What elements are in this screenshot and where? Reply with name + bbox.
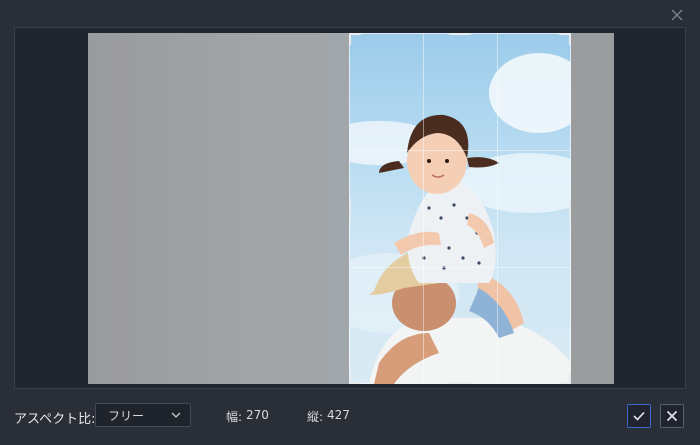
crop-handle-bottom-left[interactable]	[349, 372, 351, 384]
crop-handle-top-right[interactable]	[569, 33, 571, 45]
photo-image	[349, 53, 571, 384]
check-icon	[633, 411, 645, 421]
crop-grid-line	[349, 267, 571, 268]
aspect-ratio-value: フリー	[108, 408, 145, 423]
width-label: 幅:	[226, 410, 243, 424]
close-icon	[666, 410, 678, 422]
close-icon	[671, 9, 683, 21]
chevron-down-icon	[171, 412, 181, 418]
crop-selection[interactable]	[349, 33, 571, 384]
crop-handle-top-left[interactable]	[349, 33, 351, 45]
crop-toolbar: アスペクト比: フリー 幅: 270 縦: 427	[0, 389, 700, 445]
crop-grid-line	[497, 33, 498, 384]
height-label: 縦:	[307, 410, 324, 424]
cropped-out-area-right	[571, 33, 614, 384]
crop-handle-top-middle[interactable]	[449, 33, 471, 35]
dialog-close-button[interactable]	[667, 5, 687, 25]
aspect-ratio-label: アスペクト比:	[14, 412, 96, 427]
crop-canvas	[14, 27, 686, 389]
cropped-out-area-left	[88, 33, 349, 384]
confirm-button[interactable]	[627, 404, 651, 428]
image-area	[88, 33, 614, 384]
crop-handle-bottom-right[interactable]	[569, 372, 571, 384]
width-value: 270	[246, 408, 269, 422]
crop-grid-line	[423, 33, 424, 384]
crop-handle-left-middle[interactable]	[349, 198, 351, 220]
height-value: 427	[327, 408, 350, 422]
crop-handle-bottom-middle[interactable]	[449, 382, 471, 384]
cancel-button[interactable]	[660, 404, 684, 428]
crop-handle-right-middle[interactable]	[569, 198, 571, 220]
crop-grid-line	[349, 150, 571, 151]
aspect-ratio-select[interactable]: フリー	[95, 403, 191, 427]
